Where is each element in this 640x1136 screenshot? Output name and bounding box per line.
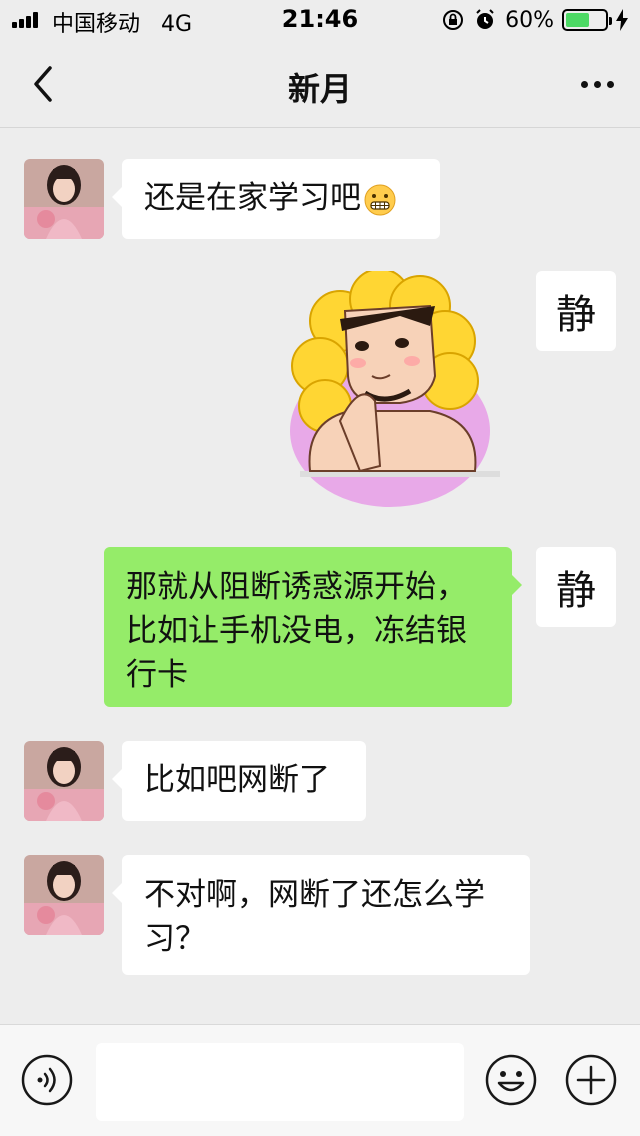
grimace-emoji-icon — [364, 184, 396, 215]
girl-avatar-icon — [24, 741, 104, 821]
girl-avatar-icon — [24, 855, 104, 935]
avatar[interactable] — [24, 159, 104, 239]
message-line: 不对啊，网断了还怎么学 — [144, 877, 485, 913]
message-bubble[interactable]: 比如吧网断了 — [112, 741, 366, 821]
self-avatar[interactable]: 静 — [536, 271, 616, 351]
self-avatar[interactable]: 静 — [536, 547, 616, 627]
chat-area[interactable]: 还是在家学习吧 静 静 那就从阻断诱惑源开始， 比如让手机没电，冻结银 行卡 比… — [0, 129, 640, 1024]
battery-icon — [562, 9, 612, 31]
charging-icon — [616, 9, 628, 31]
emoji-button[interactable] — [484, 1053, 538, 1107]
voice-icon — [21, 1054, 73, 1106]
more-button[interactable] — [572, 66, 622, 102]
nav-bar: 新月 — [0, 40, 640, 128]
message-bubble[interactable]: 还是在家学习吧 — [112, 159, 440, 239]
girl-avatar-icon — [24, 159, 104, 239]
message-text: 还是在家学习吧 — [144, 180, 361, 216]
message-line: 习？ — [144, 921, 206, 957]
status-bar: 中国移动 4G 21:46 60% — [0, 0, 640, 40]
message-bubble[interactable]: 那就从阻断诱惑源开始， 比如让手机没电，冻结银 行卡 — [104, 547, 522, 707]
rotation-lock-icon — [443, 10, 464, 30]
chat-title: 新月 — [287, 70, 352, 108]
message-text: 比如吧网断了 — [144, 762, 330, 798]
alarm-icon — [476, 9, 494, 29]
input-bar — [0, 1024, 640, 1136]
ellipsis-icon — [580, 80, 588, 88]
message-input[interactable] — [96, 1043, 464, 1121]
plus-circle-icon — [565, 1054, 617, 1106]
battery-percent: 60% — [505, 7, 554, 33]
message-line: 行卡 — [126, 657, 188, 693]
message-bubble[interactable]: 不对啊，网断了还怎么学 习？ — [112, 855, 530, 975]
smiley-icon — [485, 1054, 537, 1106]
message-line: 那就从阻断诱惑源开始， — [126, 569, 467, 605]
avatar[interactable] — [24, 741, 104, 821]
status-right: 60% — [441, 6, 628, 34]
voice-button[interactable] — [20, 1053, 74, 1107]
message-line: 比如让手机没电，冻结银 — [126, 613, 467, 649]
more-functions-button[interactable] — [564, 1053, 618, 1107]
avatar[interactable] — [24, 855, 104, 935]
sunflower-man-sticker[interactable] — [280, 268, 510, 511]
